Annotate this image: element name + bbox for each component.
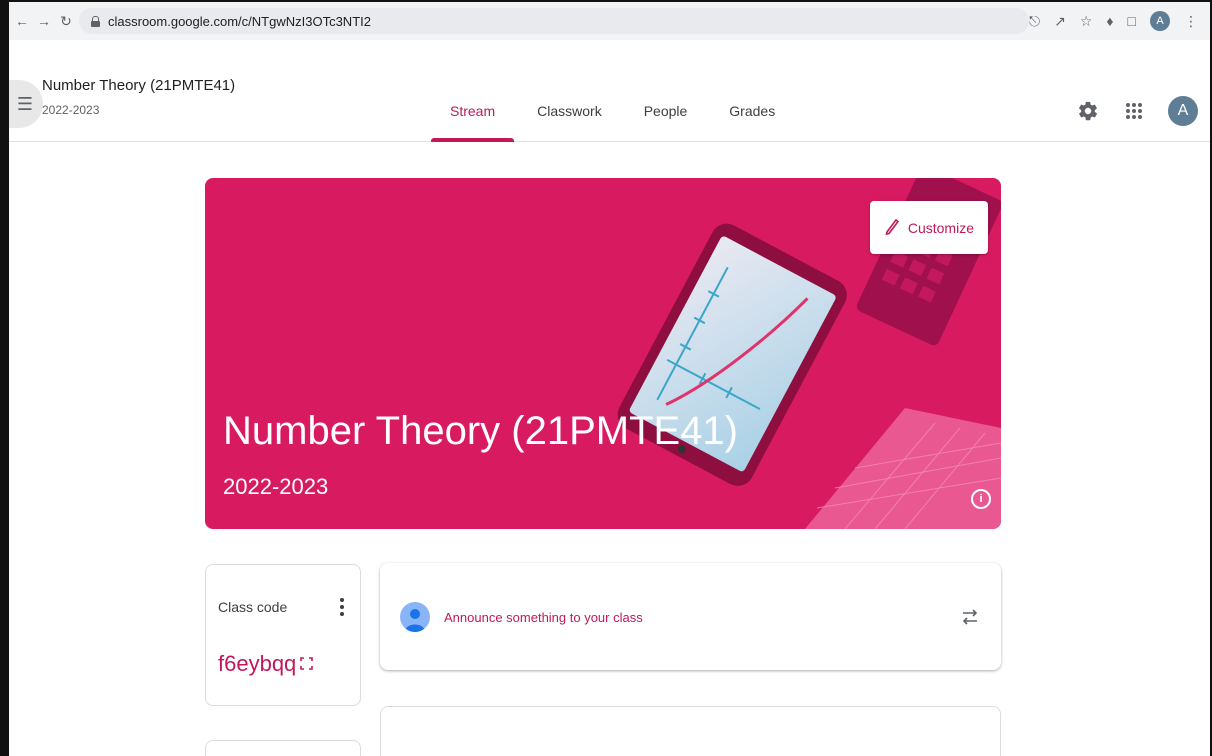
star-icon[interactable]: ☆ <box>1080 13 1093 30</box>
reload-icon[interactable]: ↻ <box>55 10 77 32</box>
repost-icon[interactable] <box>959 605 981 629</box>
extensions-icon[interactable]: ♦ <box>1106 13 1113 29</box>
class-code-card: Class code f6eybqq <box>205 564 361 706</box>
tab-grades[interactable]: Grades <box>708 80 796 142</box>
more-vert-icon[interactable] <box>336 595 348 619</box>
class-code-label: Class code <box>218 599 288 615</box>
user-avatar-icon <box>400 602 430 632</box>
class-banner: Number Theory (21PMTE41) 2022-2023 Custo… <box>205 178 1001 529</box>
browser-toolbar: ← → ↻ classroom.google.com/c/NTgwNzI3OTc… <box>9 2 1210 40</box>
announce-box[interactable]: Announce something to your class <box>380 563 1001 670</box>
banner-subtitle: 2022-2023 <box>223 474 329 499</box>
customize-button[interactable]: Customize <box>869 201 988 254</box>
hamburger-menu-icon[interactable]: ☰ <box>7 80 43 128</box>
tab-classwork[interactable]: Classwork <box>516 80 623 142</box>
info-icon[interactable]: i <box>971 489 991 509</box>
stream-post-card <box>380 706 1001 756</box>
profile-avatar[interactable]: A <box>1150 11 1170 31</box>
fullscreen-icon[interactable] <box>300 657 313 670</box>
gear-icon[interactable] <box>1076 99 1100 123</box>
tab-bar: Stream Classwork People Grades <box>429 80 796 142</box>
sidepanel-icon[interactable]: □ <box>1128 13 1136 29</box>
back-arrow-icon[interactable]: ← <box>11 10 33 32</box>
url-text: classroom.google.com/c/NTgwNzI3OTc3NTI2 <box>108 13 371 29</box>
announce-placeholder[interactable]: Announce something to your class <box>444 610 643 625</box>
install-icon[interactable]: ⎋ <box>1029 13 1040 30</box>
tab-stream[interactable]: Stream <box>429 80 516 142</box>
tab-people[interactable]: People <box>623 80 709 142</box>
upcoming-card <box>205 740 361 756</box>
banner-title: Number Theory (21PMTE41) <box>223 409 738 453</box>
pencil-icon <box>884 217 900 238</box>
class-title[interactable]: Number Theory (21PMTE41) <box>42 77 235 94</box>
customize-label: Customize <box>907 219 974 236</box>
app-header: ☰ Number Theory (21PMTE41) 2022-2023 Str… <box>7 40 1210 142</box>
apps-grid-icon[interactable] <box>1122 99 1146 123</box>
class-subtitle: 2022-2023 <box>42 103 100 117</box>
more-vert-icon[interactable]: ⋮ <box>1184 13 1198 30</box>
lock-icon <box>91 15 100 27</box>
share-icon[interactable]: ↗ <box>1054 13 1066 30</box>
class-code-value: f6eybqq <box>218 651 297 676</box>
address-bar[interactable]: classroom.google.com/c/NTgwNzI3OTc3NTI2 <box>79 8 1029 34</box>
forward-arrow-icon[interactable]: → <box>33 10 55 32</box>
account-avatar[interactable]: A <box>1168 96 1198 126</box>
